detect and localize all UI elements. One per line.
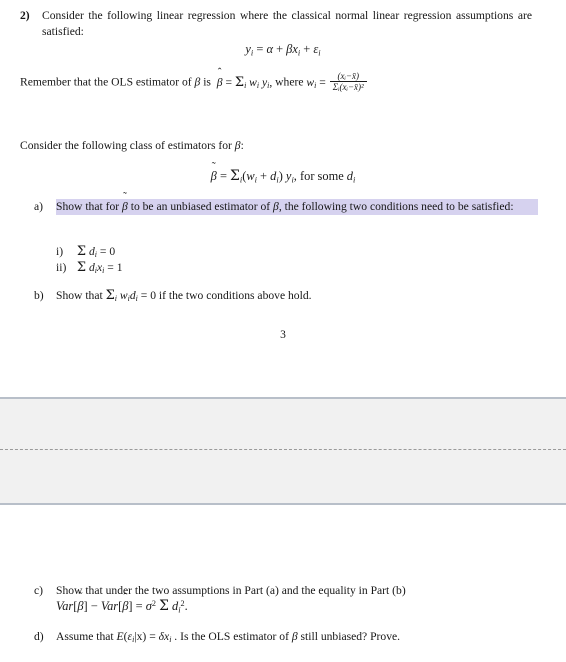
part-b-marker: b): [34, 289, 44, 302]
condition-i-label: i): [56, 245, 64, 258]
beta-symbol-4: β: [291, 630, 298, 643]
weight-numerator: (xᵢ−x̄): [329, 71, 367, 83]
document-page: 2) Consider the following linear regress…: [0, 0, 566, 662]
part-a-text: Show that for ˜ β to be an unbiased estim…: [56, 190, 538, 215]
part-c-marker: c): [34, 584, 44, 597]
question-stem-block: 2) Consider the following linear regress…: [20, 8, 532, 39]
part-d-text-2: . Is the OLS estimator of: [174, 630, 289, 643]
part-a-text-1: Show that for: [56, 200, 120, 213]
page-number: 3: [280, 329, 286, 341]
part-d-block: d) Assume that E(εi|x) = δxi . Is the OL…: [34, 629, 538, 648]
part-c-block: c) Show that under the two assumptions i…: [34, 583, 538, 599]
part-b-block: b) Show that Σi widi = 0 if the two cond…: [34, 288, 538, 307]
question-marker: 2): [20, 9, 30, 22]
part-a-block: a) Show that for ˜ β to be an unbiased es…: [34, 190, 538, 215]
part-b-text-1: Show that: [56, 289, 103, 302]
part-b-text: Show that Σi widi = 0 if the two conditi…: [56, 288, 538, 307]
beta-symbol: β: [194, 75, 201, 89]
remember-where: where: [275, 75, 304, 89]
ols-estimator-line: Remember that the OLS estimator of β is …: [20, 71, 540, 94]
part-c-text: Show that under the two assumptions in P…: [56, 584, 406, 597]
part-d-text: Assume that E(εi|x) = δxi . Is the OLS e…: [56, 629, 538, 648]
part-d-text-1: Assume that: [56, 630, 114, 643]
condition-ii: ii) Σ dixi = 1: [56, 260, 123, 276]
beta-tilde-symbol: ˜ β: [122, 190, 128, 213]
part-c-formula: Var[˜β] − Var[̂β] = σ2 Σ di2.: [56, 590, 188, 615]
weight-fraction: (xᵢ−x̄) Σᵢ(xᵢ−x̄)²: [329, 71, 367, 93]
condition-ii-label: ii): [56, 261, 67, 274]
class-intro-text: Consider the following class of estimato…: [20, 139, 232, 152]
beta-tilde-equation: ˜ β = Σi(wi + di) yi, for some di: [210, 160, 356, 185]
part-b-text-2: if the two conditions above hold.: [158, 289, 312, 302]
weight-definition: wi = (xᵢ−x̄) Σᵢ(xᵢ−x̄)²: [306, 71, 367, 92]
part-a-text-2: to be an unbiased estimator of: [130, 200, 271, 213]
question-stem-text: Consider the following linear regression…: [42, 9, 532, 38]
weight-denominator: Σᵢ(xᵢ−x̄)²: [332, 82, 364, 93]
part-d-marker: d): [34, 630, 44, 643]
remember-prefix: Remember that the OLS estimator of: [20, 75, 192, 89]
beta-hat-formula: ̂β = Σi wi yi,: [216, 74, 273, 90]
page-break-band: [0, 397, 566, 505]
page-break-dashed-rule: [0, 449, 566, 450]
class-intro-colon: :: [240, 139, 244, 152]
condition-i: i) Σ di = 0: [56, 244, 116, 260]
model-equation: yi = α + βxi + εi: [245, 42, 321, 58]
class-intro-line: Consider the following class of estimato…: [20, 138, 540, 154]
part-b-formula: Σi widi = 0: [105, 288, 156, 304]
part-a-text-3: , the following two conditions need to b…: [278, 200, 514, 213]
part-a-marker: a): [34, 200, 44, 213]
part-d-text-3: still unbiased? Prove.: [300, 630, 401, 643]
remember-mid: is: [203, 75, 211, 89]
part-d-formula: E(εi|x) = δxi: [116, 630, 172, 645]
